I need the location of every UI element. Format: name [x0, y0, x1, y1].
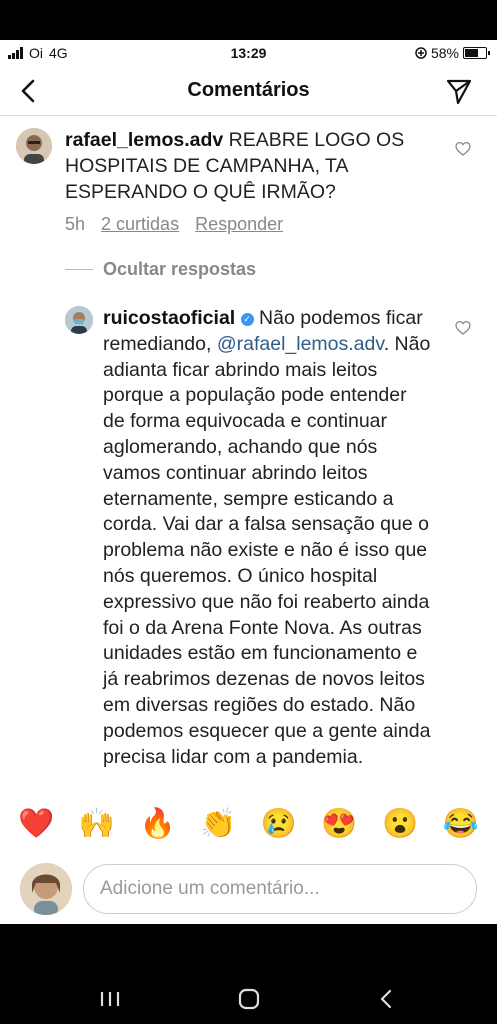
- emoji-fire[interactable]: 🔥: [140, 807, 176, 841]
- nav-back-icon[interactable]: [372, 984, 402, 1014]
- reply-username[interactable]: ruicostaoficial: [103, 307, 235, 329]
- comment: rafael_lemos.adv REABRE LOGO OS HOSPITAI…: [65, 128, 435, 205]
- emoji-surprised[interactable]: 😮: [382, 807, 418, 841]
- comment-meta: 5h 2 curtidas Responder: [65, 214, 283, 235]
- comment-username[interactable]: rafael_lemos.adv: [65, 129, 223, 151]
- reply-button[interactable]: Responder: [195, 214, 283, 235]
- send-icon[interactable]: [445, 76, 473, 106]
- emoji-quick-bar: ❤️ 🙌 🔥 👏 😢 😍 😮 😂: [0, 794, 497, 854]
- emoji-laughing[interactable]: 😂: [443, 807, 479, 841]
- top-bezel: [0, 0, 497, 40]
- divider: [65, 269, 93, 270]
- comments-list: rafael_lemos.adv REABRE LOGO OS HOSPITAI…: [0, 116, 497, 794]
- reply-body-end: . Não adianta ficar abrindo mais leitos …: [103, 332, 431, 768]
- comment-input[interactable]: [83, 864, 477, 914]
- system-nav-bar: [0, 924, 497, 1024]
- recent-apps-icon[interactable]: [95, 984, 125, 1014]
- verified-badge-icon: ✓: [240, 313, 254, 326]
- emoji-crying[interactable]: 😢: [261, 807, 297, 841]
- emoji-clap[interactable]: 👏: [200, 807, 236, 841]
- status-bar: Oi 4G 13:29 58%: [0, 40, 497, 66]
- hide-replies-button[interactable]: Ocultar respostas: [65, 259, 256, 280]
- app-header: Comentários: [0, 66, 497, 116]
- like-heart-icon[interactable]: [455, 141, 471, 157]
- home-icon[interactable]: [234, 984, 264, 1014]
- battery-icon: [463, 47, 490, 59]
- like-heart-icon[interactable]: [455, 320, 471, 336]
- emoji-heart-eyes[interactable]: 😍: [321, 807, 357, 841]
- comment-time: 5h: [65, 214, 86, 234]
- comment-composer: [0, 854, 497, 924]
- avatar[interactable]: [16, 128, 52, 164]
- battery-percent: 58%: [430, 45, 459, 61]
- hide-replies-label: Ocultar respostas: [103, 259, 257, 279]
- emoji-raised-hands[interactable]: 🙌: [79, 807, 115, 841]
- data-saver-icon: [415, 47, 427, 59]
- mention-link[interactable]: @rafael_lemos.adv: [217, 333, 384, 355]
- avatar[interactable]: [65, 306, 93, 334]
- emoji-heart[interactable]: ❤️: [18, 807, 54, 841]
- page-title: Comentários: [187, 79, 310, 101]
- likes-count-link[interactable]: 2 curtidas: [101, 214, 179, 235]
- avatar: [20, 863, 72, 915]
- reply-comment: ruicostaoficial ✓ Não podemos ficar reme…: [103, 306, 433, 770]
